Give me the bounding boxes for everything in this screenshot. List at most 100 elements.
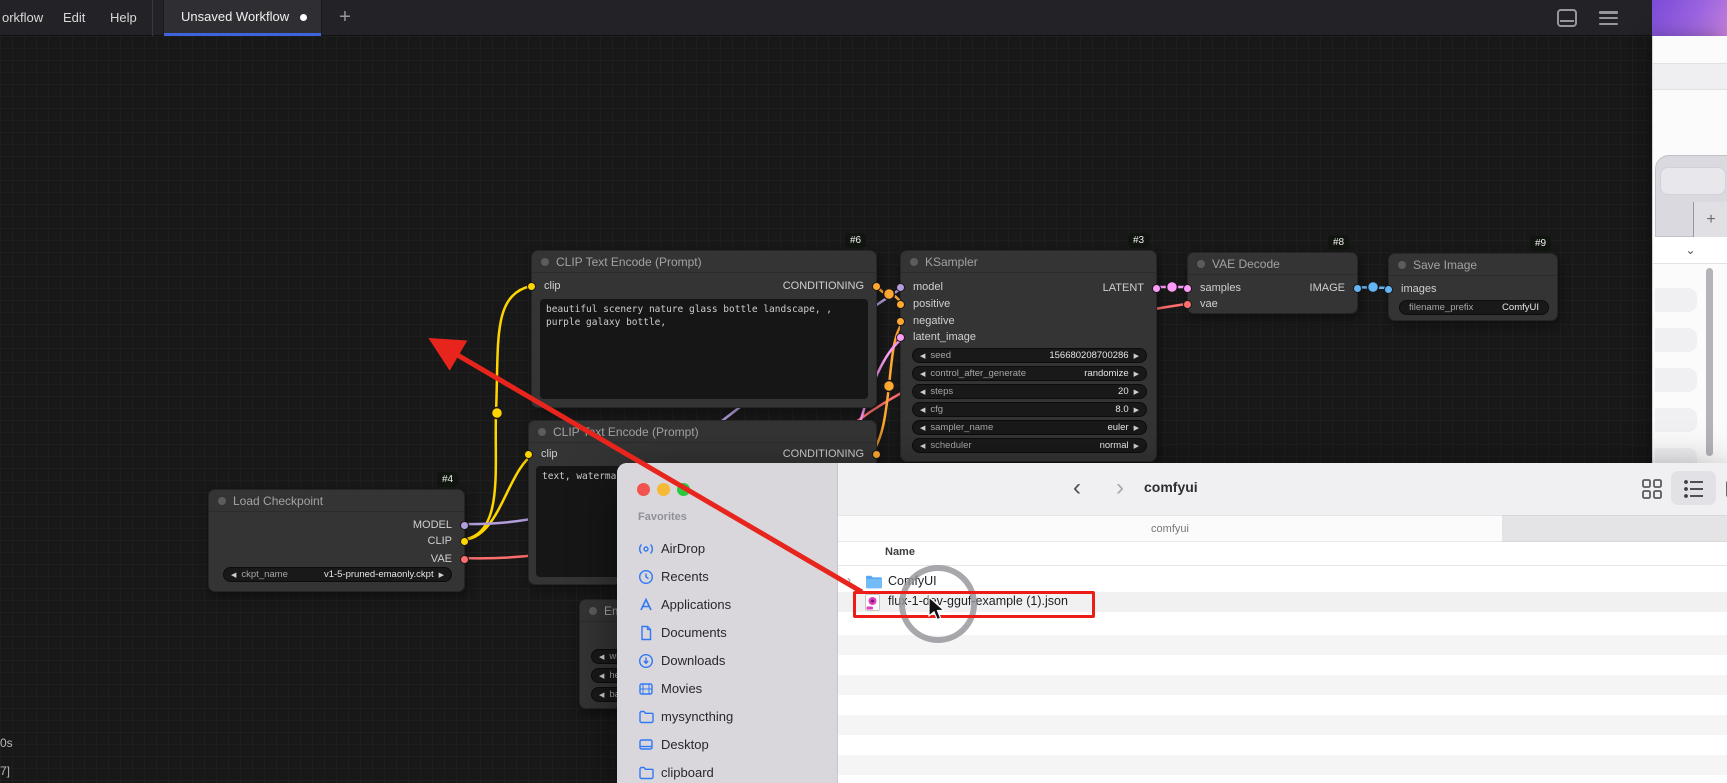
sidebar-item-mysyncthing[interactable]: mysyncthing (638, 708, 733, 725)
widget-scheduler[interactable]: ◀scheduler normal▶ (912, 438, 1147, 453)
folder-icon (865, 574, 882, 590)
output-slot-conditioning[interactable]: CONDITIONING (783, 279, 864, 293)
finder-sidebar: Favorites AirDrop Recents Applications D… (617, 463, 838, 783)
node-badge: #6 (845, 233, 866, 248)
empty-list-stripe (838, 635, 1727, 655)
output-slot-vae[interactable]: VAE (431, 552, 452, 566)
finder-path-bar: comfyui (838, 515, 1502, 542)
input-slot-model[interactable]: model (913, 280, 943, 294)
output-slot-conditioning[interactable]: CONDITIONING (783, 447, 864, 461)
node-clip-text-encode-positive[interactable]: CLIP Text Encode (Prompt) clip CONDITION… (531, 250, 877, 408)
list-header-row: Name (838, 542, 1727, 566)
collapse-dot-icon[interactable] (1398, 261, 1406, 269)
collapse-dot-icon[interactable] (1197, 260, 1205, 268)
output-slot-image[interactable]: IMAGE (1310, 281, 1345, 295)
hamburger-menu-icon[interactable] (1599, 11, 1618, 25)
applications-icon (638, 597, 654, 613)
finder-path-bar-extension (1502, 515, 1727, 542)
empty-list-stripe (838, 715, 1727, 735)
output-slot-clip[interactable]: CLIP (428, 534, 452, 548)
sidebar-item-downloads[interactable]: Downloads (638, 652, 725, 669)
node-title: VAE Decode (1212, 253, 1280, 275)
node-vae-decode[interactable]: VAE Decode samples vae IMAGE (1187, 252, 1358, 314)
menu-bar: orkflow Edit Help Unsaved Workflow + (0, 0, 1652, 36)
node-ksampler[interactable]: KSampler model positive negative latent_… (900, 250, 1157, 462)
folder-icon (638, 765, 654, 781)
forward-button[interactable]: › (1116, 474, 1124, 502)
input-slot-samples[interactable]: samples (1200, 281, 1241, 295)
menubar-separator (152, 0, 153, 36)
widget-filename-prefix[interactable]: filename_prefix ComfyUI (1399, 300, 1549, 315)
back-button[interactable]: ‹ (1073, 474, 1081, 502)
node-header[interactable]: KSampler (901, 251, 1156, 273)
collapse-dot-icon[interactable] (910, 258, 918, 266)
menu-workflow[interactable]: orkflow (2, 0, 43, 36)
sidebar-item-applications[interactable]: Applications (638, 596, 731, 613)
input-slot-clip[interactable]: clip (544, 279, 561, 293)
minimize-window-button[interactable] (657, 483, 670, 496)
airdrop-icon (638, 541, 654, 557)
input-slot-latent-image[interactable]: latent_image (913, 330, 976, 344)
node-header[interactable]: Save Image (1389, 254, 1557, 276)
background-window-field[interactable] (1660, 167, 1726, 195)
list-item (1655, 368, 1697, 392)
widget-control-after-generate[interactable]: ◀control_after_generate randomize▶ (912, 366, 1147, 381)
collapse-dot-icon[interactable] (589, 607, 597, 615)
sidebar-item-recents[interactable]: Recents (638, 568, 709, 585)
collapse-dot-icon[interactable] (218, 497, 226, 505)
input-slot-negative[interactable]: negative (913, 314, 955, 328)
node-save-image[interactable]: Save Image images filename_prefix ComfyU… (1388, 253, 1558, 321)
close-window-button[interactable] (637, 483, 650, 496)
finder-window-title: comfyui (1144, 479, 1198, 495)
node-header[interactable]: CLIP Text Encode (Prompt) (529, 421, 876, 443)
view-list-icon[interactable] (1682, 477, 1706, 501)
sidebar-item-movies[interactable]: Movies (638, 680, 702, 697)
sidebar-item-clipboard[interactable]: clipboard (638, 764, 714, 781)
download-icon (638, 653, 654, 669)
column-header-name[interactable]: Name (885, 546, 915, 558)
sidebar-item-documents[interactable]: Documents (638, 624, 727, 641)
new-workflow-tab-button[interactable]: + (330, 0, 360, 36)
node-title: KSampler (925, 251, 978, 273)
disclosure-chevron-icon[interactable]: › (847, 573, 859, 587)
output-slot-latent[interactable]: LATENT (1103, 281, 1144, 295)
widget-seed[interactable]: ◀seed 156680208700286▶ (912, 348, 1147, 363)
list-item (1655, 328, 1697, 352)
background-window-toolbar (1653, 63, 1727, 90)
widget-sampler-name[interactable]: ◀sampler_name euler▶ (912, 420, 1147, 435)
sidebar-item-airdrop[interactable]: AirDrop (638, 540, 705, 557)
toggle-bottom-panel-icon[interactable] (1557, 9, 1577, 27)
zoom-window-button[interactable] (677, 483, 690, 496)
node-header[interactable]: VAE Decode (1188, 253, 1357, 275)
node-header[interactable]: CLIP Text Encode (Prompt) (532, 251, 876, 273)
widget-cfg[interactable]: ◀cfg 8.0▶ (912, 402, 1147, 417)
view-grid-icon[interactable] (1640, 477, 1664, 501)
document-icon (638, 625, 654, 641)
widget-ckpt-name[interactable]: ◀ckpt_name v1-5-pruned-emaonly.ckpt▶ (223, 567, 452, 582)
film-icon (638, 681, 654, 697)
input-slot-clip[interactable]: clip (541, 447, 558, 461)
node-header[interactable]: Load Checkpoint (209, 490, 464, 512)
collapse-dot-icon[interactable] (538, 428, 546, 436)
menu-help[interactable]: Help (110, 0, 137, 36)
node-load-checkpoint[interactable]: Load Checkpoint MODEL CLIP VAE ◀ckpt_nam… (208, 489, 465, 592)
finder-window[interactable]: Favorites AirDrop Recents Applications D… (617, 463, 1727, 783)
menu-edit[interactable]: Edit (63, 0, 85, 36)
sidebar-item-desktop[interactable]: Desktop (638, 736, 709, 753)
tab-label: Unsaved Workflow (181, 0, 289, 34)
scrollbar[interactable] (1706, 268, 1713, 456)
widget-steps[interactable]: ◀steps 20▶ (912, 384, 1147, 399)
active-tab-underline (164, 33, 321, 36)
output-slot-model[interactable]: MODEL (413, 518, 452, 532)
chevron-down-icon[interactable]: ⌄ (1653, 237, 1727, 264)
new-tab-button[interactable]: + (1693, 202, 1727, 237)
prompt-textarea[interactable]: beautiful scenery nature glass bottle la… (540, 299, 868, 399)
empty-list-stripe (838, 675, 1727, 695)
tab-unsaved-workflow[interactable]: Unsaved Workflow (163, 0, 322, 36)
input-slot-images[interactable]: images (1401, 282, 1436, 296)
collapse-dot-icon[interactable] (541, 258, 549, 266)
node-title: CLIP Text Encode (Prompt) (553, 421, 699, 443)
input-slot-positive[interactable]: positive (913, 297, 950, 311)
finder-toolbar: ‹ › comfyui ⌄ ◇ (838, 463, 1727, 515)
input-slot-vae[interactable]: vae (1200, 297, 1218, 311)
